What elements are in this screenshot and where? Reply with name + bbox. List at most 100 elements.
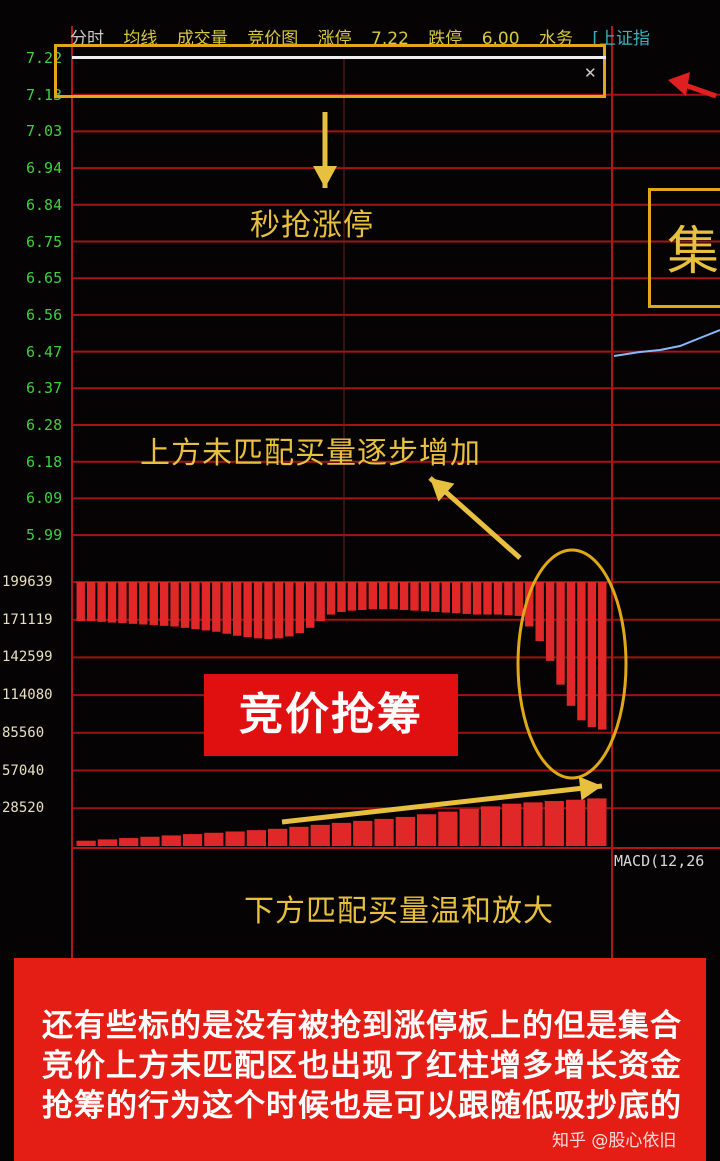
- matched-volume-bar: [480, 806, 501, 846]
- matched-volume-bar: [204, 832, 224, 846]
- unmatched-volume-bar: [159, 582, 169, 626]
- limit-up-price-line: [72, 56, 606, 64]
- unmatched-volume-bar: [462, 582, 471, 614]
- volume-tick-label: 85560: [2, 724, 45, 741]
- unmatched-volume-bar: [379, 582, 388, 610]
- unmatched-volume-bar: [514, 582, 524, 616]
- matched-volume-bar: [416, 814, 437, 846]
- unmatched-volume-bar: [295, 582, 304, 634]
- price-tick-label: 6.56: [26, 305, 63, 324]
- unmatched-volume-bar: [347, 582, 357, 611]
- unmatched-volume-bar: [598, 582, 607, 730]
- unmatched-volume-bar: [472, 582, 482, 615]
- annotation-lower-matched: 下方匹配买量温和放大: [244, 894, 554, 929]
- unmatched-volume-bar: [222, 582, 231, 634]
- unmatched-volume-bar: [86, 582, 96, 622]
- unmatched-volume-bar: [337, 582, 346, 612]
- unmatched-volume-bar: [212, 582, 221, 632]
- watermark: 知乎 @股心依旧: [552, 1131, 677, 1151]
- matched-volume-bar: [459, 808, 479, 846]
- auction-grab-label: 竞价抢筹: [204, 674, 458, 756]
- right-box-text: 集: [667, 222, 720, 282]
- price-tick-label: 6.09: [26, 489, 63, 508]
- caption-line: 抢筹的行为这个时候也是可以跟随低吸抄底的: [42, 1088, 682, 1124]
- matched-volume-bar: [523, 802, 543, 846]
- matched-volume-bar: [119, 838, 139, 846]
- unmatched-volume-bar: [118, 582, 127, 624]
- arrow-down-head: [313, 166, 337, 188]
- unmatched-volume-bar: [441, 582, 451, 613]
- unmatched-volume-bar: [232, 582, 242, 636]
- caption-line: 竞价上方未匹配区也出现了红柱增多增长资金: [42, 1048, 682, 1084]
- volume-tick-label: 142599: [2, 649, 53, 666]
- matched-volume-bar: [331, 822, 352, 846]
- volume-tick-label: 28520: [2, 800, 45, 817]
- volume-tick-label: 199639: [2, 574, 53, 590]
- unmatched-volume-bar: [399, 582, 409, 610]
- matched-volume-bar: [76, 840, 96, 846]
- unmatched-volume-bar: [305, 582, 315, 628]
- unmatched-volume-bar: [566, 582, 576, 706]
- matched-volume-bar: [502, 803, 522, 846]
- unmatched-volume-bar: [180, 582, 190, 628]
- annotation-instant-limit-up: 秒抢涨停: [250, 208, 374, 243]
- matched-volume-bar: [395, 816, 415, 846]
- matched-volume-bar: [140, 836, 160, 846]
- unmatched-volume-bar: [493, 582, 503, 615]
- unmatched-volume-bar: [139, 582, 148, 625]
- price-tick-label: 6.37: [26, 379, 63, 398]
- unmatched-volume-bar: [201, 582, 211, 631]
- red-arrow-head: [668, 72, 690, 96]
- matched-volume-bar: [587, 798, 607, 846]
- unmatched-volume-bar: [285, 582, 294, 637]
- auction-chart-screenshot: 分时 均线 成交量 竞价图 涨停 7.22 跌停 6.00 水务 [上证指 7.…: [0, 0, 720, 1161]
- unmatched-volume-bar: [452, 582, 461, 614]
- price-tick-label: 6.94: [26, 159, 63, 178]
- unmatched-volume-bar: [368, 582, 378, 610]
- price-tick-label: 6.75: [26, 232, 63, 251]
- matched-volume-bar: [374, 818, 394, 846]
- unmatched-volume-bar: [316, 582, 325, 622]
- unmatched-volume-bar: [191, 582, 200, 630]
- macd-label: MACD(12,26: [614, 852, 705, 870]
- unmatched-volume-bar: [431, 582, 440, 612]
- right-highlight-box: 集: [648, 188, 720, 308]
- price-tick-label: 5.99: [26, 526, 63, 545]
- matched-volume-bar: [161, 835, 181, 846]
- volume-tick-label: 171119: [2, 611, 53, 628]
- price-tick-label: 6.84: [26, 195, 63, 214]
- matched-volume-bar: [289, 826, 309, 846]
- unmatched-volume-bar: [253, 582, 263, 639]
- unmatched-volume-bar: [535, 582, 544, 642]
- matched-volume-bar: [97, 839, 118, 846]
- price-tick-label: 6.47: [26, 342, 63, 361]
- unmatched-volume-bar: [389, 582, 398, 610]
- matched-volume-bar: [225, 831, 245, 846]
- price-tick-label: 6.28: [26, 416, 63, 434]
- unmatched-volume-bar: [420, 582, 430, 612]
- annotation-upper-unmatched: 上方未匹配买量逐步增加: [140, 436, 481, 471]
- unmatched-volume-bar: [76, 582, 85, 622]
- limit-up-highlight-box: [54, 44, 606, 98]
- volume-tick-label: 57040: [2, 762, 45, 779]
- unmatched-volume-bar: [504, 582, 513, 616]
- unmatched-volume-bar: [243, 582, 252, 638]
- unmatched-volume-bar: [358, 582, 367, 610]
- matched-volume-bar: [246, 830, 267, 846]
- matched-volume-bar: [310, 824, 330, 846]
- unmatched-volume-bar: [107, 582, 117, 623]
- matched-volume-bar: [544, 801, 564, 846]
- close-icon[interactable]: ✕: [584, 64, 597, 82]
- unmatched-volume-bar: [97, 582, 106, 622]
- unmatched-volume-bar: [577, 582, 586, 721]
- unmatched-volume-bar: [149, 582, 158, 626]
- unmatched-volume-bar: [587, 582, 597, 727]
- unmatched-volume-bar: [264, 582, 273, 640]
- unmatched-volume-bar: [170, 582, 179, 627]
- unmatched-volume-bar: [274, 582, 284, 639]
- unmatched-volume-bar: [326, 582, 336, 615]
- matched-volume-bar: [438, 811, 458, 846]
- price-tick-label: 6.65: [26, 269, 63, 288]
- matched-volume-bar: [268, 828, 288, 846]
- matched-volume-bar: [182, 834, 203, 846]
